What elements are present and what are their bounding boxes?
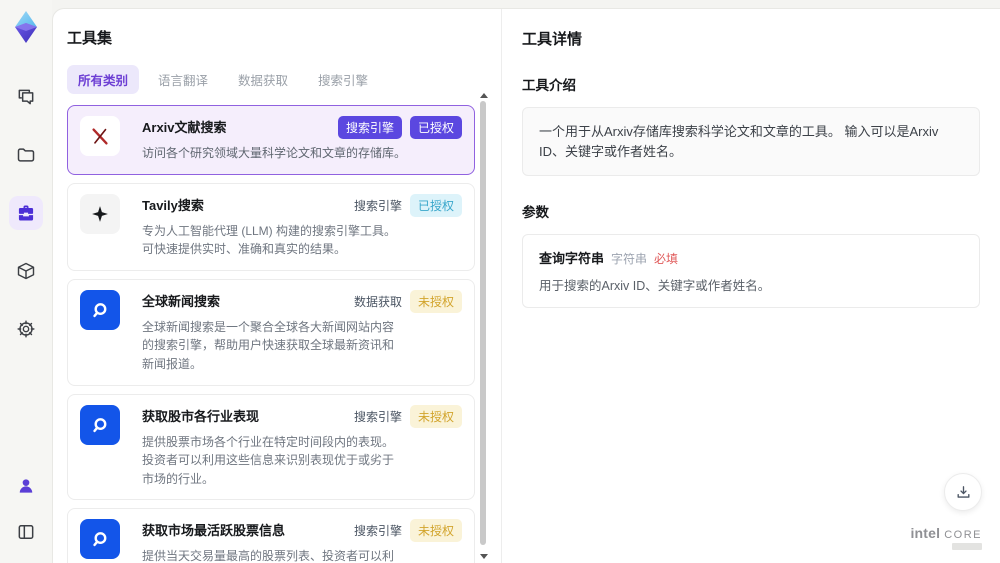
scroll-up-arrow[interactable] [479,93,488,98]
tool-title: Arxiv文献搜索 [142,120,227,135]
tavily-icon [80,193,120,234]
tab-all-categories[interactable]: 所有类别 [67,65,140,94]
param-type: 字符串 [611,252,648,266]
tool-title: Tavily搜索 [142,197,204,213]
params-heading: 参数 [522,205,549,220]
tool-description: 提供当天交易量最高的股票列表、投资者可以利用这些信息来识别流动性强的股票和潜在的… [142,549,395,563]
brand-sub-bar [952,543,982,550]
param-description: 用于搜索的Arxiv ID、关键字或作者姓名。 [539,279,771,293]
tab-search-engine[interactable]: 搜索引擎 [307,65,379,94]
main-panel: 工具集 所有类别 语言翻译 数据获取 搜索引擎 Arxiv文献搜索 搜索引擎 已… [52,8,1000,563]
list-scrollbar[interactable] [479,93,488,559]
folder-icon[interactable] [9,138,43,172]
category-tag: 搜索引擎 [353,198,402,213]
scroll-down-arrow[interactable] [479,554,488,559]
tool-list-pane: 工具集 所有类别 语言翻译 数据获取 搜索引擎 Arxiv文献搜索 搜索引擎 已… [53,9,501,563]
status-badge: 未授权 [409,519,462,543]
tab-data-fetch[interactable]: 数据获取 [227,65,299,94]
intro-box: 一个用于从Arxiv存储库搜索科学论文和文章的工具。 输入可以是Arxiv ID… [522,107,980,176]
category-tag: 搜索引擎 [337,116,402,139]
tool-details-pane: 工具详情 工具介绍 一个用于从Arxiv存储库搜索科学论文和文章的工具。 输入可… [501,9,1000,563]
stock-search-icon [80,519,120,560]
arxiv-icon [80,116,120,156]
intro-heading: 工具介绍 [522,78,576,93]
tool-title: 全球新闻搜索 [142,293,221,309]
tool-card-most-active-stocks[interactable]: 获取市场最活跃股票信息 搜索引擎 未授权 提供当天交易量最高的股票列表、投资者可… [67,508,475,563]
status-badge: 未授权 [409,289,462,313]
param-name: 查询字符串 [539,251,605,266]
package-icon[interactable] [9,254,43,288]
category-tabs: 所有类别 语言翻译 数据获取 搜索引擎 [67,65,475,94]
stock-search-icon [80,404,120,445]
page-title: 工具集 [67,30,113,47]
param-required-badge: 必填 [654,252,679,266]
scrollbar-thumb[interactable] [480,101,486,545]
status-badge: 已授权 [409,116,462,139]
status-badge: 未授权 [409,404,462,428]
toolbox-icon[interactable] [9,196,43,230]
param-box: 查询字符串 字符串 必填 用于搜索的Arxiv ID、关键字或作者姓名。 [522,234,980,308]
tool-description: 全球新闻搜索是一个聚合全球各大新闻网站内容的搜索引擎，帮助用户快速获取全球最新资… [142,319,395,371]
settings-gear-icon[interactable] [9,312,43,346]
intel-core-logo: intel CORE [910,525,982,550]
details-title: 工具详情 [522,31,583,48]
category-tag: 搜索引擎 [353,524,402,539]
sidebar-bottom [9,469,43,549]
sidebar-rail [0,0,52,563]
tool-card-arxiv[interactable]: Arxiv文献搜索 搜索引擎 已授权 访问各个研究领域大量科学论文和文章的存储库… [67,105,475,175]
core-wordmark: CORE [944,529,982,541]
status-badge: 已授权 [409,193,462,217]
tool-card-tavily[interactable]: Tavily搜索 搜索引擎 已授权 专为人工智能代理 (LLM) 构建的搜索引擎… [67,182,475,271]
panel-toggle-icon[interactable] [9,515,43,549]
tool-title: 获取股市各行业表现 [142,408,260,424]
intel-wordmark: intel [910,525,941,541]
category-tag: 数据获取 [353,294,402,309]
tab-translation[interactable]: 语言翻译 [147,65,219,94]
category-tag: 搜索引擎 [353,409,402,424]
user-avatar-icon[interactable] [9,469,43,503]
sidebar-nav [9,80,43,346]
news-search-icon [80,289,120,330]
tool-card-sector-performance[interactable]: 获取股市各行业表现 搜索引擎 未授权 提供股票市场各个行业在特定时间段内的表现。… [67,393,475,501]
tool-list: Arxiv文献搜索 搜索引擎 已授权 访问各个研究领域大量科学论文和文章的存储库… [67,105,475,563]
chat-icon[interactable] [9,80,43,114]
download-button[interactable] [944,473,982,511]
app-logo [11,10,41,44]
tool-description: 提供股票市场各个行业在特定时间段内的表现。投资者可以利用这些信息来识别表现优于或… [142,434,395,486]
tool-card-global-news[interactable]: 全球新闻搜索 数据获取 未授权 全球新闻搜索是一个聚合全球各大新闻网站内容的搜索… [67,278,475,386]
tool-description: 专为人工智能代理 (LLM) 构建的搜索引擎工具。可快速提供实时、准确和真实的结… [142,223,397,257]
tool-description: 访问各个研究领域大量科学论文和文章的存储库。 [142,146,407,160]
tool-title: 获取市场最活跃股票信息 [142,523,286,539]
